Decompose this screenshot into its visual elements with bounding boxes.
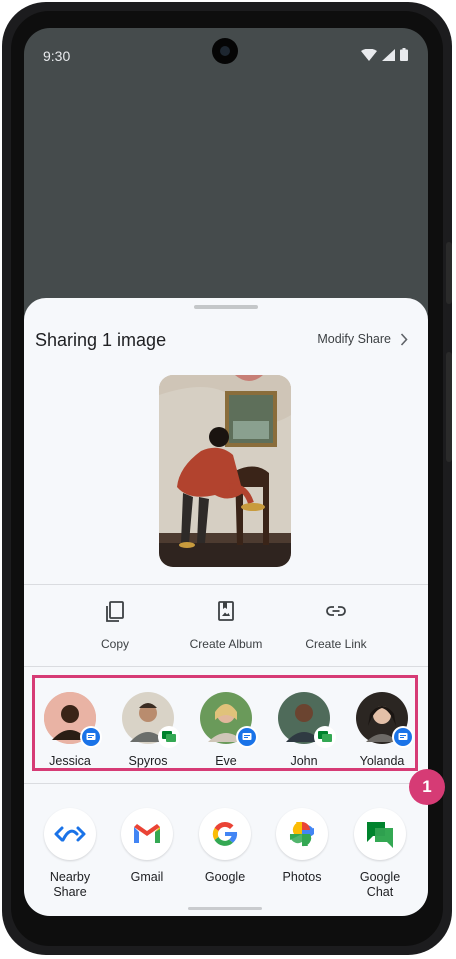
contact-name: Eve [215, 754, 237, 768]
album-icon [218, 601, 234, 621]
create-album-action[interactable]: Create Album [171, 600, 281, 651]
contact-name: Jessica [49, 754, 91, 768]
copy-label: Copy [100, 637, 129, 651]
messages-icon [80, 726, 102, 748]
direct-share-row: Jessica Spyros Eve John Yolanda [32, 675, 418, 771]
contact-name: John [290, 754, 318, 768]
app-gmail[interactable]: Gmail [111, 808, 183, 885]
status-icons [361, 48, 408, 61]
google-icon [199, 808, 251, 860]
status-bar: 9:30 [24, 28, 428, 80]
app-name: Gmail [130, 870, 164, 884]
shared-photo [159, 375, 291, 567]
power-button [446, 352, 452, 462]
avatar [278, 692, 336, 748]
contact-eve[interactable]: Eve [193, 692, 259, 768]
quick-actions: Copy Create Album Create Link [24, 600, 428, 662]
contact-spyros[interactable]: Spyros [115, 692, 181, 768]
screen: 9:30 Sharing 1 image Modify Share Copy C… [24, 28, 428, 916]
messages-icon [392, 726, 414, 748]
gmail-icon [121, 808, 173, 860]
nearby-share-icon [44, 808, 96, 860]
photos-icon [276, 808, 328, 860]
share-title: Sharing 1 image [35, 330, 167, 350]
google-chat-icon [354, 808, 406, 860]
volume-button [446, 242, 452, 304]
app-google[interactable]: Google [189, 808, 261, 885]
messages-icon [236, 726, 258, 748]
chat-icon [314, 726, 336, 748]
contact-name: Yolanda [359, 754, 405, 768]
app-google-chat[interactable]: Google Chat [344, 808, 416, 900]
contact-john[interactable]: John [271, 692, 337, 768]
avatar [200, 692, 258, 748]
modify-share-label: Modify Share [317, 332, 391, 346]
share-sheet: Sharing 1 image Modify Share Copy Create… [24, 298, 428, 916]
status-time: 9:30 [43, 48, 71, 64]
gesture-nav-bar[interactable] [188, 907, 262, 910]
app-targets: Nearby Share Gmail Google Photos Google … [24, 798, 428, 916]
battery-icon [400, 48, 408, 61]
app-name: Google Chat [359, 870, 401, 899]
contact-name: Spyros [128, 754, 168, 768]
copy-action[interactable]: Copy [60, 600, 170, 651]
avatar [122, 692, 180, 748]
create-link-label: Create Link [305, 637, 367, 651]
app-photos[interactable]: Photos [266, 808, 338, 885]
avatar [44, 692, 102, 748]
create-link-action[interactable]: Create Link [281, 600, 391, 651]
image-preview[interactable] [159, 375, 291, 567]
drag-handle[interactable] [194, 305, 258, 309]
divider [24, 783, 428, 784]
chevron-right-icon [400, 332, 408, 346]
cell-signal-icon [382, 48, 395, 61]
front-camera [212, 38, 238, 64]
annotation-callout: 1 [409, 769, 445, 805]
copy-icon [106, 601, 124, 622]
contact-yolanda[interactable]: Yolanda [349, 692, 415, 768]
app-name: Photos [282, 870, 322, 884]
divider [24, 584, 428, 585]
modify-share-button[interactable]: Modify Share [317, 332, 408, 346]
wifi-icon [361, 48, 377, 61]
contact-jessica[interactable]: Jessica [37, 692, 103, 768]
link-icon [326, 606, 346, 616]
create-album-label: Create Album [189, 637, 263, 651]
divider [24, 666, 428, 667]
app-name: Google [204, 870, 246, 884]
avatar [356, 692, 414, 748]
chat-icon [158, 726, 180, 748]
app-nearby-share[interactable]: Nearby Share [34, 808, 106, 900]
app-name: Nearby Share [49, 870, 91, 899]
